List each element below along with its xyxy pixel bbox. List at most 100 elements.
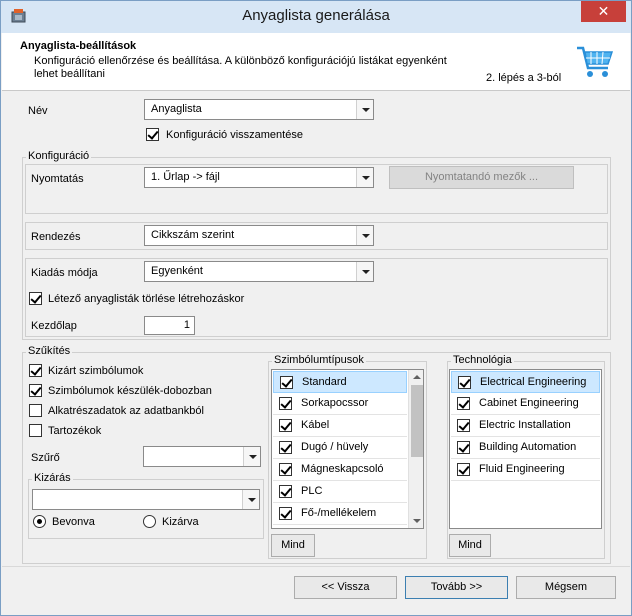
start-page-input[interactable]: 1 (144, 316, 195, 335)
output-combo[interactable]: Egyenként (144, 261, 374, 282)
list-item[interactable]: Fő-/mellékelem (273, 503, 407, 525)
filter-option-checkbox[interactable] (29, 424, 42, 437)
item-checkbox[interactable] (279, 507, 292, 520)
cancel-button[interactable]: Mégsem (516, 576, 616, 599)
exclude-radio[interactable] (143, 515, 156, 528)
technology-list[interactable]: Electrical Engineering Cabinet Engineeri… (449, 369, 602, 529)
scroll-down-icon[interactable] (409, 514, 423, 528)
symbol-types-title: Szimbólumtípusok (272, 354, 366, 366)
dialog-window: Anyaglista generálása ✕ Anyaglista-beáll… (0, 0, 632, 616)
delete-existing-checkbox[interactable] (29, 292, 42, 305)
sort-combo[interactable]: Cikkszám szerint (144, 225, 374, 246)
list-item[interactable]: Sorkapocssor (273, 393, 407, 415)
list-item[interactable]: Building Automation (451, 437, 600, 459)
item-checkbox[interactable] (279, 463, 292, 476)
filter-option-label: Kizárt szimbólumok (48, 365, 144, 377)
chevron-down-icon[interactable] (356, 262, 373, 281)
footer-divider (2, 566, 630, 567)
item-checkbox[interactable] (457, 441, 470, 454)
chevron-down-icon[interactable] (356, 226, 373, 245)
symbol-types-list[interactable]: Standard Sorkapocssor Kábel Dugó / hüvel… (271, 369, 424, 529)
symbol-types-scrollbar[interactable] (408, 370, 423, 528)
include-radio[interactable] (33, 515, 46, 528)
technology-title: Technológia (451, 354, 514, 366)
list-item[interactable]: Mágneskapcsoló (273, 459, 407, 481)
chevron-down-icon[interactable] (242, 490, 259, 509)
item-label: Fluid Engineering (479, 463, 565, 475)
config-group-title: Konfiguráció (26, 150, 92, 162)
page-description: Konfiguráció ellenőrzése és beállítása. … (34, 55, 447, 80)
item-checkbox[interactable] (279, 419, 292, 432)
item-label: Cabinet Engineering (479, 397, 579, 409)
list-item[interactable]: Electric Installation (451, 415, 600, 437)
item-label: Kábel (301, 419, 330, 431)
item-label: Mágneskapcsoló (301, 463, 384, 475)
filter-label: Szűrő (31, 452, 60, 464)
print-fields-button[interactable]: Nyomtatandó mezők ... (389, 166, 574, 189)
filter-option-checkbox[interactable] (29, 364, 42, 377)
include-radio-label: Bevonva (52, 516, 95, 528)
print-value: 1. Űrlap -> fájl (151, 171, 220, 183)
output-label: Kiadás módja (31, 267, 98, 279)
list-item[interactable]: PLC (273, 481, 407, 503)
name-label: Név (28, 105, 48, 117)
item-label: Building Automation (479, 441, 577, 453)
scroll-up-icon[interactable] (409, 370, 423, 384)
delete-existing-label: Létező anyaglisták törlése létrehozáskor (48, 293, 245, 305)
filter-option-checkbox[interactable] (29, 384, 42, 397)
shopping-cart-icon (577, 46, 614, 77)
next-button[interactable]: Tovább >> (405, 576, 508, 599)
list-item[interactable]: Standard (273, 371, 407, 393)
wizard-header: Anyaglista-beállítások Konfiguráció elle… (2, 33, 630, 91)
item-checkbox[interactable] (457, 419, 470, 432)
list-item[interactable]: Electrical Engineering (451, 371, 600, 393)
back-button[interactable]: << Vissza (294, 576, 397, 599)
chevron-down-icon[interactable] (356, 168, 373, 187)
list-item[interactable]: Dugó / hüvely (273, 437, 407, 459)
filter-option-label: Alkatrészadatok az adatbankból (48, 405, 204, 417)
output-value: Egyenként (151, 265, 203, 277)
exclude-radio-label: Kizárva (162, 516, 199, 528)
chevron-down-icon[interactable] (243, 447, 260, 466)
sort-value: Cikkszám szerint (151, 229, 235, 241)
print-combo[interactable]: 1. Űrlap -> fájl (144, 167, 374, 188)
exclusion-combo[interactable] (32, 489, 260, 510)
filter-option-checkbox[interactable] (29, 404, 42, 417)
filter-combo[interactable] (143, 446, 261, 467)
close-icon[interactable]: ✕ (581, 1, 626, 22)
exclusion-group-title: Kizárás (32, 472, 73, 484)
item-checkbox[interactable] (457, 397, 470, 410)
chevron-down-icon[interactable] (356, 100, 373, 119)
restore-config-label: Konfiguráció visszamentése (166, 129, 303, 141)
list-item[interactable]: Fluid Engineering (451, 459, 600, 481)
list-item[interactable]: Kábel (273, 415, 407, 437)
window-title: Anyaglista generálása (242, 7, 390, 24)
item-checkbox[interactable] (279, 397, 292, 410)
sort-label: Rendezés (31, 231, 81, 243)
item-label: Electrical Engineering (480, 376, 587, 388)
print-label: Nyomtatás (31, 173, 84, 185)
symbol-types-all-button[interactable]: Mind (271, 534, 315, 557)
name-value: Anyaglista (151, 103, 202, 115)
restore-config-checkbox[interactable] (146, 128, 159, 141)
filter-option-label: Szimbólumok készülék-dobozban (48, 385, 212, 397)
scroll-thumb[interactable] (411, 385, 423, 457)
filter-option-label: Tartozékok (48, 425, 102, 437)
start-page-label: Kezdőlap (31, 320, 77, 332)
title-bar: Anyaglista generálása ✕ (1, 1, 631, 33)
item-checkbox[interactable] (279, 441, 292, 454)
list-item[interactable]: Cabinet Engineering (451, 393, 600, 415)
item-label: PLC (301, 485, 323, 497)
name-combo[interactable]: Anyaglista (144, 99, 374, 120)
technology-all-button[interactable]: Mind (449, 534, 491, 557)
step-indicator: 2. lépés a 3-ból (486, 72, 562, 84)
item-label: Standard (302, 376, 347, 388)
item-label: Fő-/mellékelem (301, 507, 377, 519)
filter-group-title: Szűkítés (26, 345, 73, 357)
item-checkbox[interactable] (279, 485, 292, 498)
item-checkbox[interactable] (280, 376, 293, 389)
page-title: Anyaglista-beállítások (20, 40, 137, 52)
item-label: Electric Installation (479, 419, 571, 431)
item-checkbox[interactable] (457, 463, 470, 476)
item-checkbox[interactable] (458, 376, 471, 389)
